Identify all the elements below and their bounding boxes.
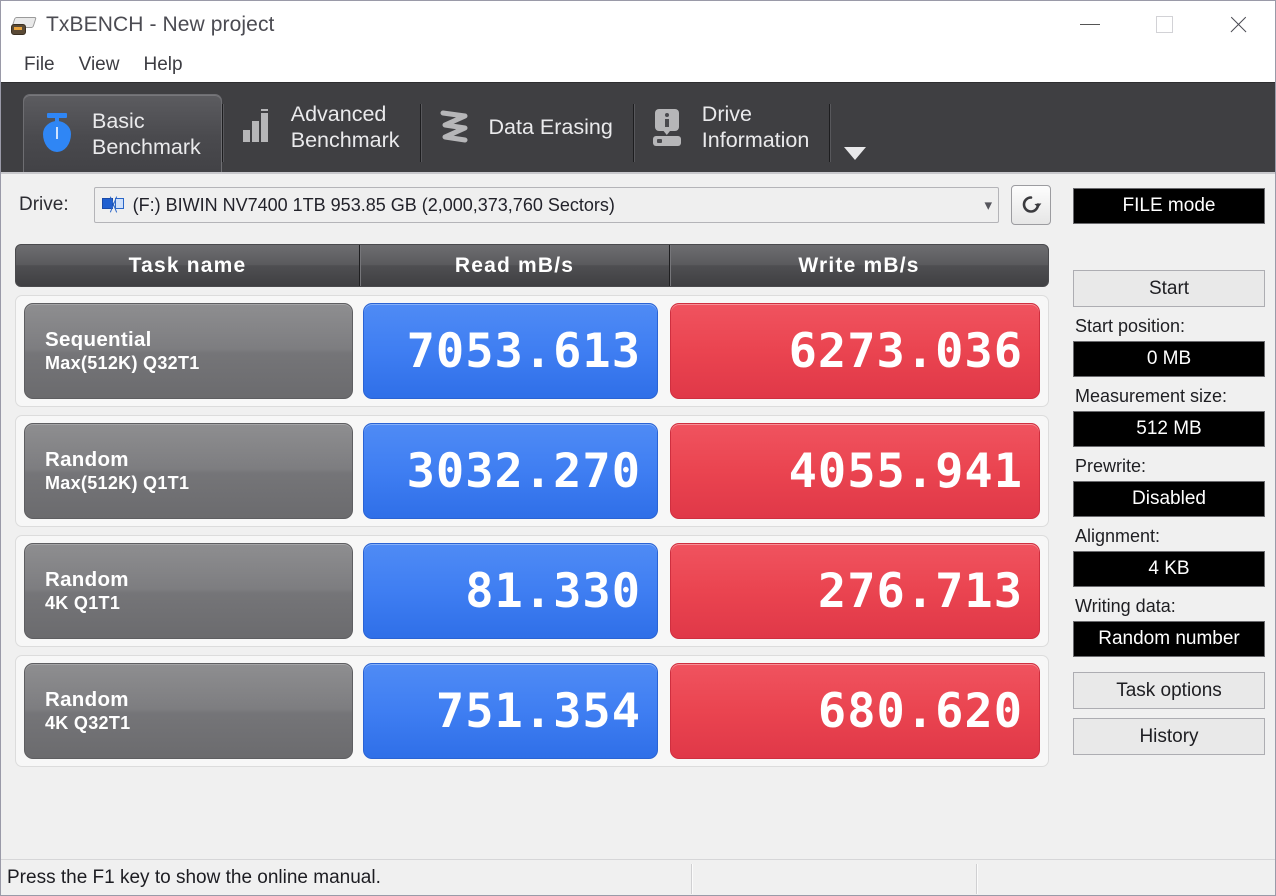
- start-position-label: Start position:: [1075, 316, 1186, 336]
- read-value-cell: 3032.270: [363, 423, 658, 519]
- tab-label-line1: Drive: [701, 102, 752, 126]
- prewrite-label: Prewrite:: [1075, 456, 1147, 476]
- alignment-label: Alignment:: [1075, 526, 1161, 546]
- tab-advanced-benchmark[interactable]: Advanced Benchmark: [223, 88, 420, 166]
- column-header-write: Write mB/s: [669, 245, 1048, 286]
- tab-basic-benchmark[interactable]: Basic Benchmark: [23, 94, 222, 172]
- tab-drive-information[interactable]: Drive Information: [634, 88, 830, 166]
- task-name-line1: Sequential: [45, 328, 152, 351]
- maximize-button[interactable]: [1127, 1, 1201, 48]
- task-name-line1: Random: [45, 448, 129, 471]
- read-value-cell: 751.354: [363, 663, 658, 759]
- table-row: Random 4K Q32T1 751.354 680.620: [15, 655, 1049, 767]
- drive-selector-row: Drive: (F:) BIWIN NV7400 1TB 953.85 GB (…: [1, 174, 1063, 236]
- results-table: Task name Read mB/s Write mB/s Sequentia…: [1, 236, 1063, 859]
- tab-data-erasing-label: Data Erasing: [489, 114, 613, 140]
- refresh-icon: [1022, 196, 1042, 213]
- menu-item-view[interactable]: View: [67, 52, 132, 78]
- measurement-size-value[interactable]: 512 MB: [1073, 411, 1265, 447]
- tab-label-line2: Information: [701, 128, 810, 152]
- status-divider: [976, 864, 977, 894]
- task-name-line1: Random: [45, 688, 129, 711]
- window-title: TxBENCH - New project: [46, 12, 275, 36]
- history-button[interactable]: History: [1073, 718, 1265, 755]
- tab-overflow-button[interactable]: [844, 147, 867, 160]
- main-body: Drive: (F:) BIWIN NV7400 1TB 953.85 GB (…: [1, 172, 1275, 859]
- menu-bar: File View Help: [1, 48, 1275, 82]
- task-name-line2: Max(512K) Q32T1: [45, 353, 200, 373]
- tab-label-line1: Data Erasing: [488, 115, 613, 139]
- tab-basic-benchmark-label: Basic Benchmark: [92, 108, 201, 160]
- write-value-cell: 4055.941: [670, 423, 1040, 519]
- drive-label: Drive:: [19, 194, 69, 215]
- task-name-cell[interactable]: Sequential Max(512K) Q32T1: [24, 303, 353, 399]
- maximize-icon: [1155, 16, 1173, 33]
- status-divider: [691, 864, 692, 894]
- hdd-icon: [11, 14, 37, 36]
- window-controls: [1053, 1, 1275, 48]
- task-name-line1: Random: [45, 568, 129, 591]
- read-value-cell: 7053.613: [363, 303, 658, 399]
- zigzag-icon: [435, 103, 475, 151]
- txbench-window: TxBENCH - New project File View Help Bas…: [0, 0, 1276, 896]
- file-mode-button[interactable]: FILE mode: [1073, 188, 1265, 224]
- stopwatch-icon: [38, 110, 78, 158]
- prewrite-value[interactable]: Disabled: [1073, 481, 1265, 517]
- read-value-cell: 81.330: [363, 543, 658, 639]
- drive-select[interactable]: (F:) BIWIN NV7400 1TB 953.85 GB (2,000,3…: [93, 187, 999, 223]
- start-button[interactable]: Start: [1073, 270, 1265, 307]
- task-name-cell[interactable]: Random Max(512K) Q1T1: [24, 423, 353, 519]
- options-sidebar: FILE mode Start Start position: 0 MB Mea…: [1063, 174, 1275, 859]
- write-value-cell: 680.620: [670, 663, 1040, 759]
- drive-info-icon: [648, 103, 688, 151]
- benchmark-panel: Drive: (F:) BIWIN NV7400 1TB 953.85 GB (…: [1, 174, 1063, 859]
- tab-label-line1: Basic: [92, 108, 145, 133]
- column-header-read: Read mB/s: [359, 245, 669, 286]
- chevron-down-icon: ▾: [984, 196, 992, 214]
- menu-item-file[interactable]: File: [12, 52, 67, 78]
- tab-data-erasing[interactable]: Data Erasing: [421, 88, 633, 166]
- tab-divider: [829, 104, 831, 162]
- tab-drive-information-label: Drive Information: [702, 101, 810, 153]
- close-icon: [1228, 15, 1248, 35]
- tab-bar: Basic Benchmark Advanced Benchmark Data: [1, 82, 1275, 172]
- column-header-task-name: Task name: [128, 253, 247, 277]
- bar-chart-icon: [237, 103, 277, 151]
- write-value-cell: 6273.036: [670, 303, 1040, 399]
- status-bar: Press the F1 key to show the online manu…: [1, 859, 1275, 895]
- refresh-drives-button[interactable]: [1011, 185, 1051, 225]
- tab-label-line1: Advanced: [290, 102, 387, 126]
- table-row: Sequential Max(512K) Q32T1 7053.613 6273…: [15, 295, 1049, 407]
- table-row: Random 4K Q1T1 81.330 276.713: [15, 535, 1049, 647]
- drive-select-value: (F:) BIWIN NV7400 1TB 953.85 GB (2,000,3…: [132, 194, 615, 215]
- writing-data-label: Writing data:: [1075, 596, 1176, 616]
- minimize-button[interactable]: [1053, 1, 1127, 48]
- task-name-cell[interactable]: Random 4K Q1T1: [24, 543, 353, 639]
- status-message: Press the F1 key to show the online manu…: [7, 866, 381, 888]
- table-row: Random Max(512K) Q1T1 3032.270 4055.941: [15, 415, 1049, 527]
- table-header-row: Task name Read mB/s Write mB/s: [15, 244, 1049, 287]
- network-drive-icon: [101, 196, 126, 214]
- write-value-cell: 276.713: [670, 543, 1040, 639]
- close-button[interactable]: [1201, 1, 1275, 48]
- tab-label-line2: Benchmark: [290, 128, 400, 152]
- task-name-line2: 4K Q32T1: [45, 713, 131, 733]
- task-name-cell[interactable]: Random 4K Q32T1: [24, 663, 353, 759]
- chevron-down-icon: [844, 147, 867, 160]
- alignment-value[interactable]: 4 KB: [1073, 551, 1265, 587]
- tab-advanced-benchmark-label: Advanced Benchmark: [291, 101, 400, 153]
- title-bar: TxBENCH - New project: [1, 1, 1275, 48]
- task-options-button[interactable]: Task options: [1073, 672, 1265, 709]
- task-name-line2: Max(512K) Q1T1: [45, 473, 190, 493]
- tab-label-line2: Benchmark: [92, 134, 201, 159]
- menu-item-help[interactable]: Help: [131, 52, 194, 78]
- task-name-line2: 4K Q1T1: [45, 593, 121, 613]
- start-position-value[interactable]: 0 MB: [1073, 341, 1265, 377]
- writing-data-value[interactable]: Random number: [1073, 621, 1265, 657]
- measurement-size-label: Measurement size:: [1075, 386, 1228, 406]
- minimize-icon: [1080, 24, 1100, 25]
